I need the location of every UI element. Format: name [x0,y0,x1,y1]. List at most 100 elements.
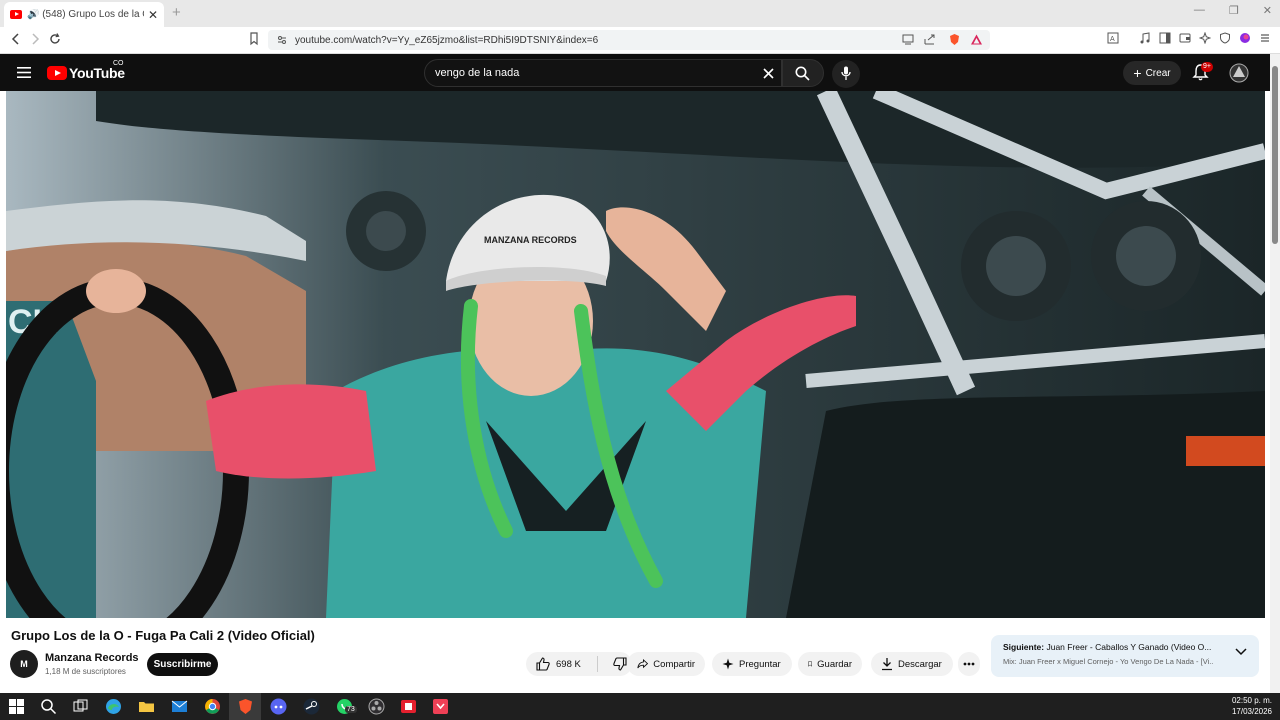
browser-tab-active[interactable]: 🔊 (548) Grupo Los de la O - Fuga Pa Cali… [4,2,164,27]
restore-icon[interactable]: ❐ [1229,4,1239,17]
cap-logo-text: MANZANA RECORDS [484,235,577,245]
browser-tab-strip: 🔊 (548) Grupo Los de la O - Fuga Pa Cali… [0,0,1280,27]
subscriber-count: 1,18 M de suscriptores [45,667,126,676]
taskbar-search-icon[interactable] [40,698,57,715]
thumbs-up-icon [536,657,550,671]
windows-taskbar: 73 [0,693,1280,720]
up-next-title: Juan Freer - Caballos Y Ganado (Video O.… [1046,642,1212,652]
subscribe-button[interactable]: Suscribirme [147,653,218,676]
youtube-masthead: YouTube CO vengo de la nada + Crear 9+ [0,54,1280,91]
up-next-prefix: Siguiente: [1003,642,1045,652]
reload-icon[interactable] [48,32,62,46]
download-button[interactable]: Descargar [871,652,953,676]
clear-search-icon[interactable] [763,68,774,79]
video-player[interactable]: CK MANZANA RECORDS [6,91,1265,618]
up-next-line: Siguiente: Juan Freer - Caballos Y Ganad… [1003,642,1223,652]
tab-close-icon[interactable]: ✕ [148,8,158,22]
taskbar-clock[interactable]: 02:50 p. m. 17/03/2026 [1232,695,1272,717]
pocket-app-icon[interactable] [432,698,449,715]
plus-icon: + [1133,65,1142,81]
file-explorer-icon[interactable] [138,698,155,715]
notification-count-badge: 9+ [1201,62,1213,72]
share-button[interactable]: Compartir [627,652,705,676]
cast-icon[interactable] [902,34,914,45]
clock-date: 17/03/2026 [1231,707,1272,716]
search-button[interactable] [782,59,824,87]
save-label: Guardar [817,658,852,670]
more-horizontal-icon [963,662,975,666]
voice-search-button[interactable] [832,60,860,88]
edge-browser-icon[interactable] [105,698,122,715]
chrome-icon[interactable] [204,698,221,715]
sparkle-icon [722,658,734,670]
like-button[interactable]: 698 K [526,656,598,672]
wallet-icon[interactable] [1179,32,1191,44]
new-tab-icon[interactable]: + [172,4,181,21]
red-app-icon[interactable] [400,698,417,715]
download-icon [882,658,892,671]
create-button[interactable]: + Crear [1123,61,1181,85]
brave-rewards-icon[interactable] [970,33,983,46]
create-label: Crear [1145,67,1171,79]
video-frame-image: CK MANZANA RECORDS [6,91,1265,618]
channel-name[interactable]: Manzana Records [45,652,139,664]
guide-menu-icon[interactable] [17,67,31,78]
account-avatar[interactable] [1229,63,1249,83]
task-view-icon[interactable] [72,698,89,715]
like-count: 698 K [556,658,581,670]
back-icon[interactable] [10,32,22,46]
forward-icon[interactable] [29,32,41,46]
minimize-icon[interactable]: — [1194,4,1205,17]
url-text: youtube.com/watch?v=Yy_eZ65jzmo&list=RDh… [295,34,599,46]
brave-browser-icon[interactable] [237,698,254,715]
outlook-mail-icon[interactable] [171,698,188,715]
channel-avatar[interactable]: M [10,650,38,678]
brave-shields-icon[interactable] [948,33,961,46]
more-actions-button[interactable] [958,652,980,676]
leo-ai-icon[interactable] [1199,32,1211,44]
window-close-icon[interactable]: ✕ [1263,4,1272,17]
music-icon[interactable] [1139,32,1151,44]
discord-icon[interactable] [270,698,287,715]
share-icon [637,658,649,669]
windows-start-icon[interactable] [8,698,25,715]
youtube-logo[interactable]: YouTube CO [47,60,125,81]
search-input[interactable]: vengo de la nada [424,59,782,87]
download-label: Descargar [898,658,942,670]
ask-button[interactable]: Preguntar [712,652,792,676]
share-page-icon[interactable] [924,34,936,45]
translate-icon[interactable]: A [1107,32,1119,44]
like-dislike-group: 698 K [526,652,632,676]
up-next-playlist: Mix: Juan Freer x Miguel Cornejo - Yo Ve… [1003,657,1213,666]
save-button[interactable]: Guardar [798,652,862,676]
browser-menu-icon[interactable] [1259,32,1271,44]
search-query: vengo de la nada [435,67,520,79]
up-next-card[interactable]: Siguiente: Juan Freer - Caballos Y Ganad… [991,635,1259,677]
browser-toolbar: youtube.com/watch?v=Yy_eZ65jzmo&list=RDh… [0,27,1280,54]
video-title: Grupo Los de la O - Fuga Pa Cali 2 (Vide… [11,628,315,643]
address-bar[interactable]: youtube.com/watch?v=Yy_eZ65jzmo&list=RDh… [268,30,990,50]
scrollbar-thumb[interactable] [1272,66,1278,244]
bookmark-icon[interactable] [249,32,259,46]
search-icon [795,66,810,81]
ask-label: Preguntar [739,658,781,670]
site-info-icon[interactable] [277,35,287,45]
chevron-down-icon[interactable] [1235,648,1247,656]
microphone-icon [841,66,851,80]
sidebar-icon[interactable] [1159,32,1171,44]
dislike-button[interactable] [603,657,627,671]
steam-icon[interactable] [303,698,320,715]
obs-icon[interactable] [368,698,385,715]
thumbs-down-icon [613,657,627,671]
youtube-wordmark: YouTube [69,65,125,81]
profile-icon[interactable] [1239,32,1251,44]
vpn-shield-icon[interactable] [1219,32,1231,44]
tab-title: 🔊 (548) Grupo Los de la O - Fuga Pa Cali… [27,9,144,20]
svg-text:A: A [1110,36,1115,43]
window-controls: — ❐ ✕ [1194,4,1272,17]
save-bookmark-icon [808,661,812,667]
youtube-play-logo-icon [47,66,67,80]
share-label: Compartir [653,658,695,670]
country-code: CO [113,60,124,67]
clock-time: 02:50 p. m. [1231,696,1272,705]
